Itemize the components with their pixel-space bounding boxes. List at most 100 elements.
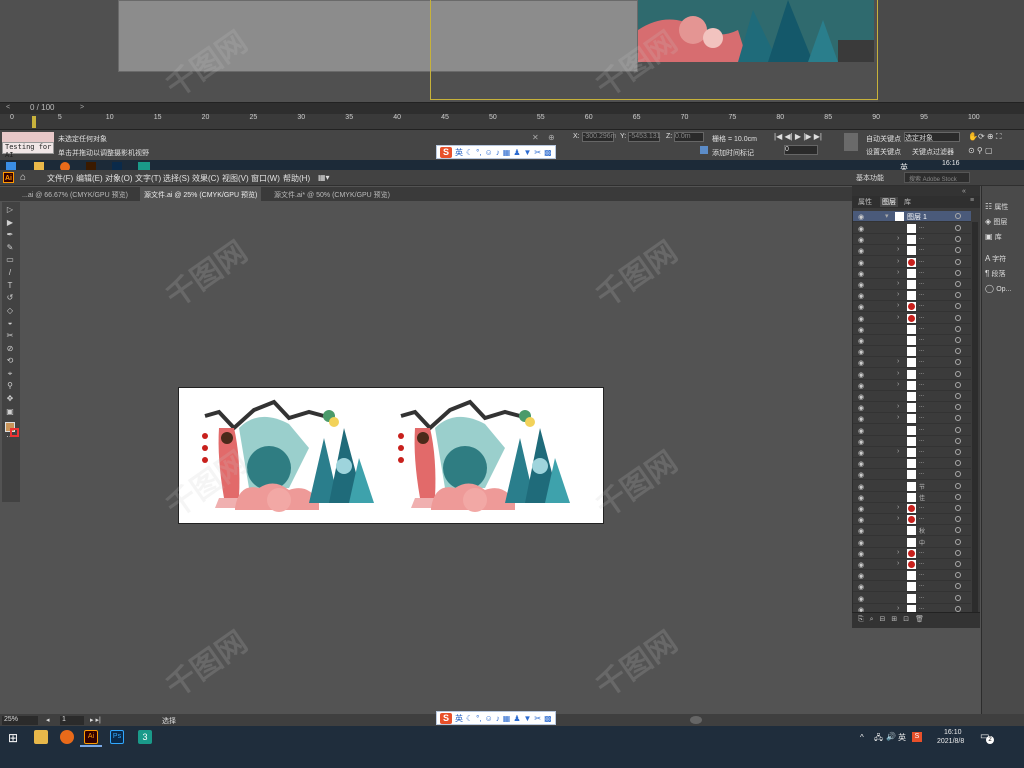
- y-coordinate-field[interactable]: -5453.131: [628, 132, 661, 142]
- slider-right-arrow-icon[interactable]: >: [80, 104, 84, 111]
- scissors-tool-icon[interactable]: ✂: [5, 332, 15, 340]
- eyedropper-tool-icon[interactable]: ⊘: [5, 344, 15, 353]
- comma-icon[interactable]: °,: [476, 714, 481, 723]
- sublayer-row[interactable]: ◉ 秋: [853, 525, 971, 537]
- document-tab[interactable]: 源文件.ai @ 25% (CMYK/GPU 预览): [140, 187, 262, 201]
- panel-menu-icon[interactable]: ≡: [970, 197, 974, 204]
- target-circle-icon[interactable]: [955, 426, 961, 433]
- scissors-icon[interactable]: ✂: [534, 148, 541, 157]
- sublayer-row[interactable]: ◉ ›...: [853, 234, 971, 246]
- hand-tool-icon[interactable]: ✥: [5, 395, 15, 403]
- eye-icon[interactable]: ◉: [858, 494, 864, 502]
- sublayer-row[interactable]: ◉ ›...: [853, 514, 971, 526]
- eye-icon[interactable]: ◉: [858, 415, 864, 423]
- sublayer-row[interactable]: ◉ ›...: [853, 380, 971, 391]
- target-circle-icon[interactable]: [955, 471, 961, 478]
- expand-arrow-icon[interactable]: ›: [897, 370, 899, 377]
- menu-item-6[interactable]: 视图(V): [222, 173, 249, 184]
- panel-collapse-icon[interactable]: «: [962, 188, 966, 195]
- shape-builder-icon[interactable]: ◒: [5, 319, 15, 327]
- sublayer-row[interactable]: ◉ ›...: [853, 268, 971, 279]
- expand-arrow-icon[interactable]: ›: [897, 358, 899, 365]
- sublayer-row[interactable]: ◉...: [853, 458, 971, 470]
- document-tab[interactable]: ...ai @ 66.67% (CMYK/GPU 预览): [18, 187, 132, 201]
- expand-arrow-icon[interactable]: ›: [897, 314, 899, 321]
- target-circle-icon[interactable]: [955, 482, 961, 489]
- props-item[interactable]: A 字符: [985, 254, 1006, 264]
- workspace-switcher[interactable]: 基本功能: [856, 173, 884, 183]
- keyboard-icon[interactable]: ▦: [503, 714, 511, 723]
- target-circle-icon[interactable]: [955, 538, 961, 545]
- artboard-tool-icon[interactable]: ▣: [5, 407, 15, 416]
- props-item[interactable]: ☷ 属性: [985, 202, 1008, 212]
- eye-icon[interactable]: ◉: [858, 561, 864, 569]
- eye-icon[interactable]: ◉: [858, 550, 864, 558]
- target-circle-icon[interactable]: [955, 605, 961, 612]
- expand-arrow-icon[interactable]: ›: [897, 549, 899, 556]
- playback-controls[interactable]: |◀ ◀| ▶ |▶ ▶|: [774, 132, 822, 141]
- slider-left-arrow-icon[interactable]: <: [6, 104, 10, 111]
- comma-icon[interactable]: °,: [476, 148, 481, 157]
- volume-icon[interactable]: 🔊: [886, 732, 896, 741]
- eye-icon[interactable]: ◉: [858, 527, 864, 535]
- artboard[interactable]: [178, 387, 604, 524]
- target-circle-icon[interactable]: [955, 348, 961, 355]
- artboard-nav-next-icon[interactable]: ▸ ▸|: [90, 716, 101, 724]
- sublayer-row[interactable]: ◉ ›...: [853, 559, 971, 570]
- x-coordinate-field[interactable]: -300.296m: [582, 132, 616, 142]
- eye-icon[interactable]: ◉: [858, 259, 864, 267]
- menu-item-7[interactable]: 窗口(W): [251, 173, 280, 184]
- menu-item-8[interactable]: 帮助(H): [283, 173, 310, 184]
- eye-icon[interactable]: ◉: [858, 471, 864, 479]
- eye-icon[interactable]: ◉: [858, 371, 864, 379]
- target-circle-icon[interactable]: [955, 415, 961, 422]
- target-circle-icon[interactable]: [955, 404, 961, 411]
- viewport-right[interactable]: [878, 0, 1024, 102]
- artboard-nav-prev-icon[interactable]: ◂: [46, 716, 50, 724]
- sublayer-row[interactable]: ◉ ›...: [853, 413, 971, 425]
- target-circle-icon[interactable]: [955, 583, 961, 590]
- target-circle-icon[interactable]: [955, 516, 961, 523]
- sublayer-row[interactable]: ◉ ›...: [853, 301, 971, 313]
- eraser-tool-icon[interactable]: ◇: [5, 306, 15, 315]
- target-circle-icon[interactable]: [955, 303, 961, 310]
- expand-arrow-icon[interactable]: ›: [897, 381, 899, 388]
- time-tag-icon[interactable]: [700, 146, 708, 154]
- keyboard-icon[interactable]: ▦: [503, 148, 511, 157]
- ime-toolbar-top[interactable]: S 英 ☾ °, ☺ ♪ ▦ ♟ ▼ ✂ ▩: [436, 145, 556, 159]
- target-circle-icon[interactable]: [955, 370, 961, 377]
- eye-icon[interactable]: ◉: [858, 303, 864, 311]
- smile-icon[interactable]: ☺: [485, 148, 493, 157]
- document-tab[interactable]: 源文件.ai* @ 50% (CMYK/GPU 预览): [270, 187, 394, 201]
- eye-icon[interactable]: ◉: [858, 236, 864, 244]
- target-circle-icon[interactable]: [955, 269, 961, 276]
- set-key-button[interactable]: 设置关键点: [866, 147, 901, 157]
- tab-layers[interactable]: 图层: [880, 197, 898, 207]
- zoom-field[interactable]: 25%: [2, 716, 38, 725]
- sogou-tray-icon[interactable]: S: [912, 732, 922, 742]
- paintbrush-tool-icon[interactable]: /: [5, 269, 15, 277]
- rotate-tool-icon[interactable]: ↺: [5, 294, 15, 302]
- key-filters-button[interactable]: 关键点过滤器: [912, 147, 954, 157]
- tray-chevron-icon[interactable]: ^: [860, 733, 864, 742]
- sublayer-row[interactable]: ◉...: [853, 581, 971, 593]
- target-circle-icon[interactable]: [955, 337, 961, 343]
- target-circle-icon[interactable]: [955, 381, 961, 388]
- ime-mode[interactable]: 英: [455, 147, 463, 158]
- eye-icon[interactable]: ◉: [858, 404, 864, 412]
- artboard-number-field[interactable]: 1: [60, 716, 84, 725]
- person-icon[interactable]: ♟: [513, 148, 520, 157]
- eye-icon[interactable]: ◉: [858, 460, 864, 468]
- stock-search-box[interactable]: 搜索 Adobe Stock: [904, 172, 970, 183]
- target-circle-icon[interactable]: [955, 236, 961, 243]
- eye-icon[interactable]: ◉: [858, 438, 864, 446]
- current-frame-field[interactable]: 0: [784, 145, 818, 155]
- sublayer-row[interactable]: ◉ ›...: [853, 290, 971, 302]
- target-circle-icon[interactable]: [955, 437, 961, 444]
- key-mode-select[interactable]: 选定对象: [904, 132, 960, 142]
- ime-toolbar-bottom[interactable]: S 英 ☾ °, ☺ ♪ ▦ ♟ ▼ ✂ ▩: [436, 711, 556, 725]
- target-circle-icon[interactable]: [955, 527, 961, 534]
- grid-icon[interactable]: ▩: [544, 714, 552, 723]
- sublayer-row[interactable]: ◉ 中: [853, 537, 971, 548]
- eye-icon[interactable]: ◉: [858, 583, 864, 591]
